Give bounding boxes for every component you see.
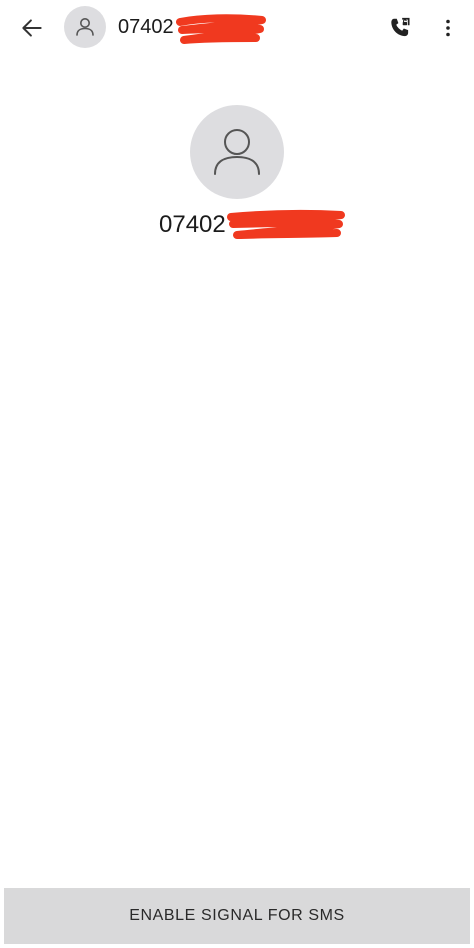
person-icon <box>76 18 94 36</box>
person-icon <box>214 129 260 175</box>
contact-number: 07402 <box>159 211 226 238</box>
redaction-mark <box>176 14 266 44</box>
more-vertical-icon <box>446 19 450 37</box>
enable-signal-for-sms-button[interactable]: ENABLE SIGNAL FOR SMS <box>4 888 470 944</box>
conversation-title[interactable]: 07402 <box>118 15 174 39</box>
back-button[interactable] <box>14 10 50 46</box>
app-bar: 07402 <box>0 0 474 54</box>
header-avatar[interactable] <box>64 6 106 48</box>
phone-call-icon <box>391 17 410 37</box>
enable-signal-for-sms-label: ENABLE SIGNAL FOR SMS <box>129 907 345 924</box>
redaction-mark <box>227 209 345 239</box>
call-button[interactable] <box>384 12 416 44</box>
arrow-left-icon <box>22 19 42 37</box>
contact-avatar <box>190 105 284 199</box>
more-options-button[interactable] <box>432 12 464 44</box>
